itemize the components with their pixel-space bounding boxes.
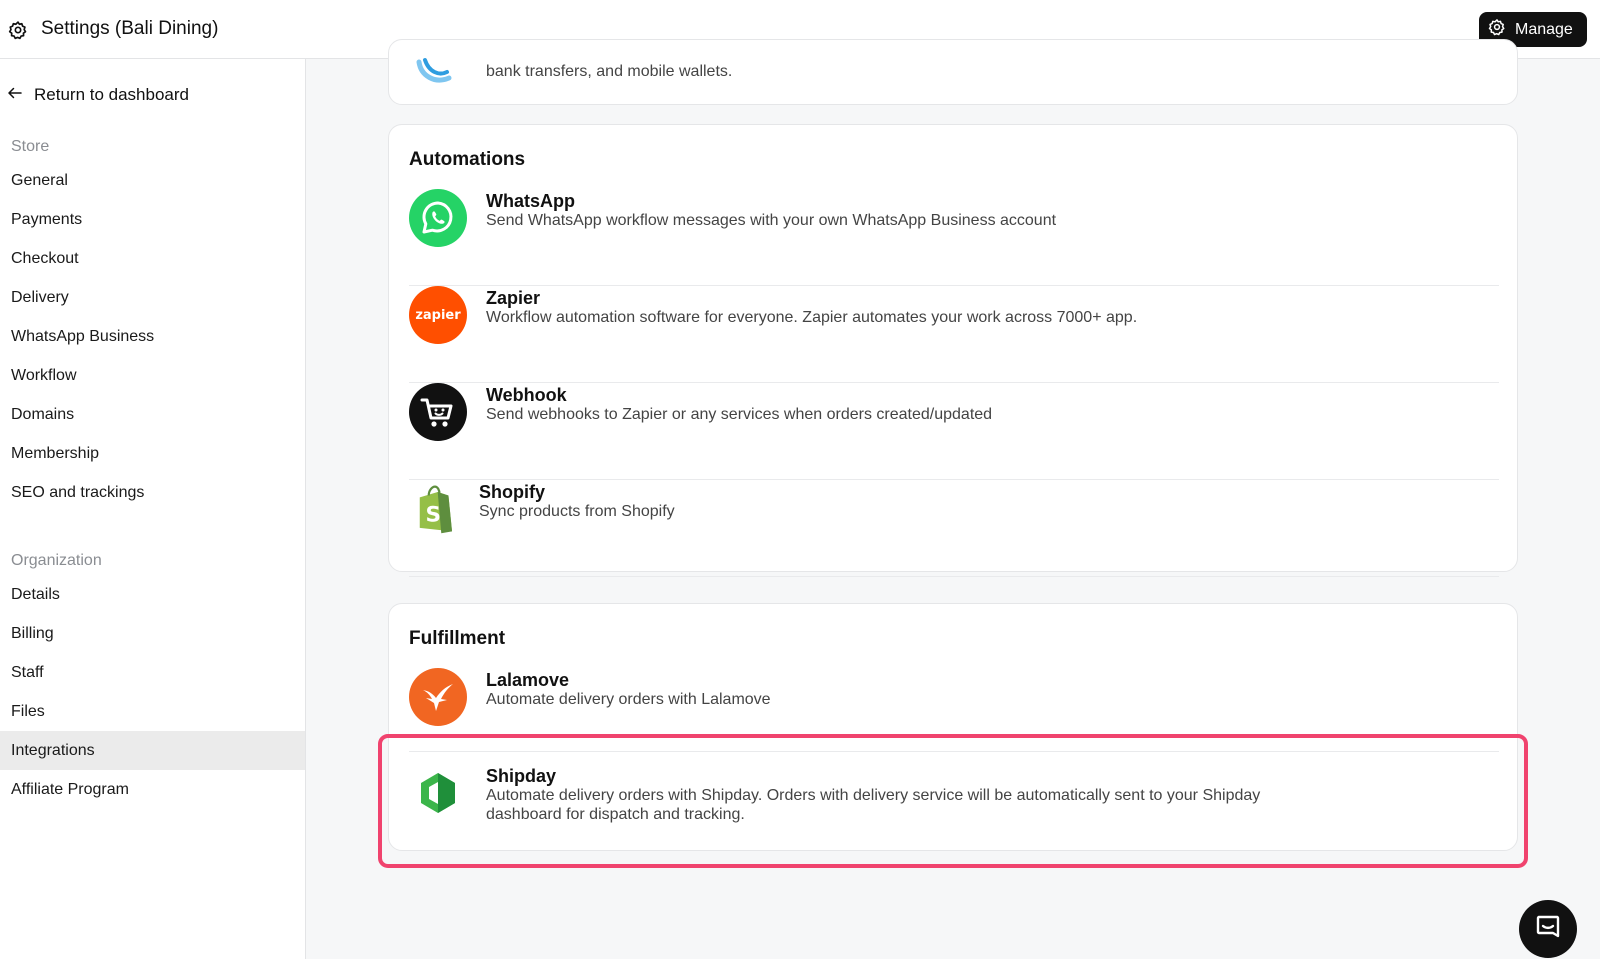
- fulfillment-card: Fulfillment Lalamove Automate delivery o…: [388, 603, 1518, 851]
- zapier-description: Workflow automation software for everyon…: [486, 309, 1138, 326]
- sidebar-item-domains[interactable]: Domains: [0, 395, 305, 434]
- webhook-description: Send webhooks to Zapier or any services …: [486, 406, 993, 423]
- sidebar-item-workflow[interactable]: Workflow: [0, 356, 305, 395]
- payments-description: bank transfers, and mobile wallets.: [486, 63, 733, 80]
- main-content: bank transfers, and mobile wallets. Auto…: [306, 39, 1600, 959]
- store-group-label: Store: [11, 138, 50, 155]
- organization-group-label: Organization: [11, 552, 102, 569]
- gear-icon: [8, 20, 28, 40]
- gear-icon: [1488, 18, 1506, 41]
- sidebar-item-integrations[interactable]: Integrations: [0, 731, 305, 770]
- shipday-name: Shipday: [486, 766, 557, 786]
- shipday-description: Automate delivery orders with Shipday. O…: [486, 787, 1261, 823]
- payments-card: bank transfers, and mobile wallets.: [388, 39, 1518, 105]
- sidebar-item-seo-and-trackings[interactable]: SEO and trackings: [0, 473, 305, 512]
- zapier-logo-text: zapier: [415, 308, 461, 323]
- arrow-left-icon: [6, 84, 24, 107]
- integration-row-shopify[interactable]: S Shopify Sync products from Shopify: [409, 480, 1499, 577]
- lalamove-icon: [409, 668, 467, 726]
- chat-icon: [1534, 913, 1562, 946]
- sidebar-item-files[interactable]: Files: [0, 692, 305, 731]
- sidebar-item-billing[interactable]: Billing: [0, 614, 305, 653]
- svg-text:S: S: [425, 503, 441, 528]
- whatsapp-icon: [409, 189, 467, 247]
- webhook-name: Webhook: [486, 385, 567, 405]
- zapier-name: Zapier: [486, 288, 541, 308]
- row-divider: [409, 576, 1499, 577]
- lalamove-description: Automate delivery orders with Lalamove: [486, 691, 771, 708]
- chat-launcher-button[interactable]: [1519, 900, 1577, 958]
- shipday-icon: [409, 764, 467, 822]
- fulfillment-title: Fulfillment: [409, 628, 506, 649]
- payment-logo-icon: [415, 46, 461, 86]
- return-to-dashboard-link[interactable]: Return to dashboard: [6, 83, 189, 107]
- automations-card: Automations WhatsApp Send WhatsApp workf…: [388, 124, 1518, 577]
- shopify-description: Sync products from Shopify: [479, 503, 675, 520]
- integration-row-whatsapp[interactable]: WhatsApp Send WhatsApp workflow messages…: [409, 189, 1499, 286]
- sidebar: Return to dashboard Store General Paymen…: [0, 59, 306, 959]
- sidebar-item-checkout[interactable]: Checkout: [0, 239, 305, 278]
- sidebar-item-general[interactable]: General: [0, 161, 305, 200]
- return-to-dashboard-label: Return to dashboard: [34, 85, 189, 104]
- integration-row-webhook[interactable]: Webhook Send webhooks to Zapier or any s…: [409, 383, 1499, 480]
- sidebar-item-details[interactable]: Details: [0, 575, 305, 614]
- shopify-name: Shopify: [479, 482, 545, 502]
- zapier-icon: zapier: [409, 286, 467, 344]
- sidebar-item-payments[interactable]: Payments: [0, 200, 305, 239]
- lalamove-name: Lalamove: [486, 670, 570, 690]
- webhook-cart-icon: [409, 383, 467, 441]
- page-title: Settings (Bali Dining): [41, 18, 219, 39]
- sidebar-item-delivery[interactable]: Delivery: [0, 278, 305, 317]
- sidebar-item-staff[interactable]: Staff: [0, 653, 305, 692]
- sidebar-item-whatsapp-business[interactable]: WhatsApp Business: [0, 317, 305, 356]
- sidebar-item-affiliate-program[interactable]: Affiliate Program: [0, 770, 305, 809]
- integration-row-lalamove[interactable]: Lalamove Automate delivery orders with L…: [409, 668, 1499, 752]
- row-divider: [409, 751, 1499, 752]
- whatsapp-name: WhatsApp: [486, 191, 575, 211]
- whatsapp-description: Send WhatsApp workflow messages with you…: [486, 212, 1057, 229]
- integration-row-zapier[interactable]: zapier Zapier Workflow automation softwa…: [409, 286, 1499, 383]
- manage-label: Manage: [1515, 20, 1573, 38]
- integration-row-shipday[interactable]: Shipday Automate delivery orders with Sh…: [409, 764, 1499, 844]
- shopify-icon: S: [409, 480, 467, 538]
- automations-title: Automations: [409, 149, 526, 170]
- sidebar-item-membership[interactable]: Membership: [0, 434, 305, 473]
